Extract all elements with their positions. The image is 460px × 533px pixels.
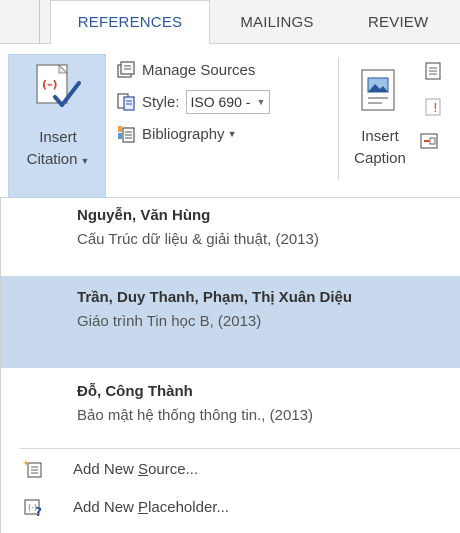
chevron-down-icon: ▼: [256, 97, 266, 107]
bibliography-label: Bibliography: [142, 125, 225, 143]
insert-citation-button[interactable]: (–) Insert Citation ▼: [8, 54, 106, 198]
insert-citation-icon: (–): [36, 63, 81, 107]
insert-caption-label-2: Caption: [354, 150, 406, 167]
style-label: Style:: [142, 93, 180, 111]
add-placeholder-icon: (-) ?: [24, 499, 42, 517]
add-source-icon: [23, 460, 42, 478]
add-new-placeholder-item[interactable]: (-) ? Add New Placeholder...: [1, 488, 460, 526]
chevron-down-icon: ▼: [80, 156, 90, 166]
group-divider: [338, 58, 339, 180]
source-title: Giáo trình Tin học B, (2013): [77, 313, 262, 330]
manage-sources-icon: [117, 61, 135, 78]
style-select[interactable]: ISO 690 - ▼: [185, 90, 271, 114]
tab-references[interactable]: REFERENCES: [50, 0, 210, 45]
source-author: Đỗ, Công Thành: [77, 383, 193, 400]
style-value: ISO 690 -: [190, 94, 251, 110]
add-new-source-item[interactable]: Add New Source...: [1, 450, 460, 488]
svg-text:?: ?: [35, 505, 42, 517]
style-icon: [117, 93, 135, 111]
source-item[interactable]: Nguyễn, Văn Hùng Cấu Trúc dữ liệu & giải…: [1, 198, 460, 276]
cross-reference-icon[interactable]: [420, 132, 438, 150]
menu-divider: [19, 448, 460, 449]
source-item[interactable]: Trần, Duy Thanh, Phạm, Thị Xuân Diệu Giá…: [1, 276, 460, 368]
add-new-placeholder-label: Add New Placeholder...: [73, 498, 229, 516]
add-new-source-label: Add New Source...: [73, 460, 199, 478]
source-title: Bảo mật hệ thống thông tin., (2013): [77, 407, 313, 424]
ribbon-tabs: REFERENCES MAILINGS REVIEW: [0, 0, 460, 45]
update-table-icon[interactable]: !: [424, 98, 442, 116]
insert-citation-label-1: Insert: [39, 129, 77, 146]
tab-previous[interactable]: [0, 0, 40, 44]
bibliography-button[interactable]: Bibliography ▼: [116, 120, 236, 148]
manage-sources-label: Manage Sources: [142, 61, 256, 79]
insert-citation-label-2: Citation ▼: [26, 151, 90, 168]
tab-mailings[interactable]: MAILINGS: [212, 0, 342, 44]
source-item[interactable]: Đỗ, Công Thành Bảo mật hệ thống thông ti…: [1, 368, 460, 446]
citation-dropdown-menu: Nguyễn, Văn Hùng Cấu Trúc dữ liệu & giải…: [0, 198, 460, 533]
source-title: Cấu Trúc dữ liệu & giải thuật, (2013): [77, 231, 319, 248]
source-author: Nguyễn, Văn Hùng: [77, 207, 211, 224]
svg-text:(–): (–): [42, 78, 58, 91]
chevron-down-icon: ▼: [227, 129, 237, 139]
insert-caption-label-1: Insert: [361, 128, 399, 145]
insert-caption-button[interactable]: Insert Caption: [340, 54, 420, 198]
style-control: Style: ISO 690 - ▼: [116, 88, 271, 116]
ribbon-references: (–) Insert Citation ▼ Manage Sources Styl…: [0, 44, 460, 198]
insert-caption-icon: [361, 69, 395, 111]
insert-table-of-figures-icon[interactable]: [424, 62, 442, 80]
manage-sources-button[interactable]: Manage Sources: [116, 56, 255, 84]
svg-text:!: !: [433, 101, 438, 115]
source-author: Trần, Duy Thanh, Phạm, Thị Xuân Diệu: [77, 289, 353, 306]
tab-review[interactable]: REVIEW: [350, 0, 460, 44]
bibliography-icon: [118, 126, 135, 143]
